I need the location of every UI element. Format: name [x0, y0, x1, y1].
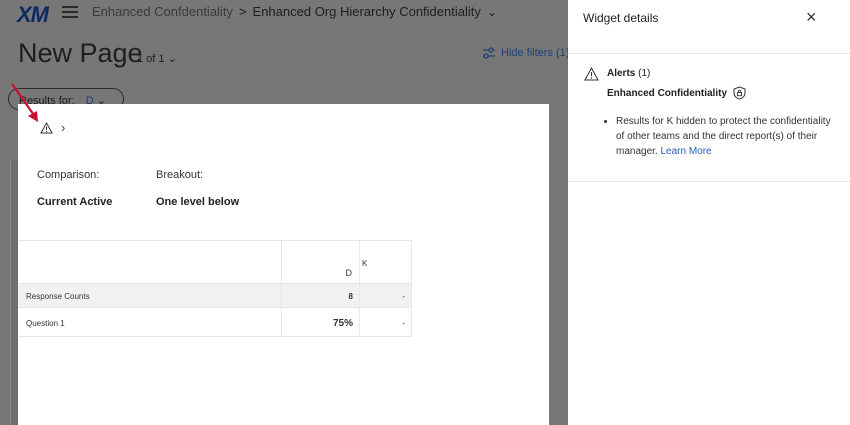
warning-icon	[584, 67, 599, 81]
annotation-arrow-icon	[11, 83, 38, 122]
comparison-label: Comparison:	[37, 169, 100, 181]
breadcrumb-separator: >	[238, 4, 247, 19]
shield-lock-icon	[733, 86, 746, 100]
table-header: D K	[18, 240, 412, 285]
breadcrumb: Enhanced Confdentiality > Enhanced Org H…	[92, 4, 497, 19]
page-count-label: 1 of 1	[137, 53, 165, 65]
filter-icon	[483, 47, 495, 59]
row-label: Response Counts	[26, 292, 90, 301]
widget-details-panel: Widget details × Alerts (1) Enhanced Con…	[568, 0, 850, 425]
alerts-heading: Alerts (1)	[607, 68, 650, 79]
widget-card: › Comparison: Breakout: Current Active O…	[18, 104, 549, 425]
close-icon[interactable]: ×	[806, 8, 817, 26]
chevron-down-icon: ⌄	[167, 53, 177, 65]
panel-title: Widget details	[583, 11, 659, 25]
breadcrumb-current[interactable]: Enhanced Org Hierarchy Confidentiality	[253, 4, 481, 19]
table-row: Question 1 75% -	[18, 308, 412, 337]
column-header-d: D	[281, 241, 359, 285]
hide-filters-label: Hide filters (1)	[501, 47, 570, 59]
results-table: D K Response Counts 8 - Question 1 75% -	[18, 240, 412, 337]
alerts-label: Alerts	[607, 68, 636, 79]
hamburger-menu-icon[interactable]	[62, 6, 78, 18]
chevron-down-icon[interactable]: ⌄	[487, 5, 497, 19]
comparison-value: Current Active	[37, 196, 113, 208]
breakout-label: Breakout:	[156, 169, 204, 181]
breakout-value: One level below	[156, 196, 240, 208]
divider	[568, 181, 850, 182]
chevron-right-icon[interactable]: ›	[61, 120, 65, 135]
row-label: Question 1	[26, 319, 65, 328]
cell-d: 75%	[281, 308, 359, 336]
hide-filters-button[interactable]: Hide filters (1)	[482, 47, 569, 59]
page-count-dropdown[interactable]: 1 of 1 ⌄	[137, 52, 177, 65]
alert-message: Results for K hidden to protect the conf…	[616, 116, 831, 157]
alerts-count: (1)	[638, 68, 651, 79]
breadcrumb-parent[interactable]: Enhanced Confdentiality	[92, 4, 233, 19]
cell-k: -	[359, 284, 412, 307]
xm-logo[interactable]: XM	[17, 2, 49, 28]
page-title: New Page	[18, 38, 143, 68]
learn-more-link[interactable]: Learn More	[660, 146, 711, 157]
background-card	[10, 160, 18, 425]
alert-message-item: Results for K hidden to protect the conf…	[616, 114, 836, 159]
divider	[568, 53, 850, 54]
top-bar: XM Enhanced Confdentiality > Enhanced Or…	[0, 0, 568, 28]
table-row: Response Counts 8 -	[18, 284, 412, 308]
alert-details: Results for K hidden to protect the conf…	[616, 114, 836, 159]
alert-name-row: Enhanced Confidentiality	[607, 86, 746, 100]
cell-d: 8	[281, 284, 359, 307]
cell-k: -	[359, 308, 412, 336]
alert-name: Enhanced Confidentiality	[607, 87, 728, 99]
column-header-k: K	[359, 241, 412, 285]
